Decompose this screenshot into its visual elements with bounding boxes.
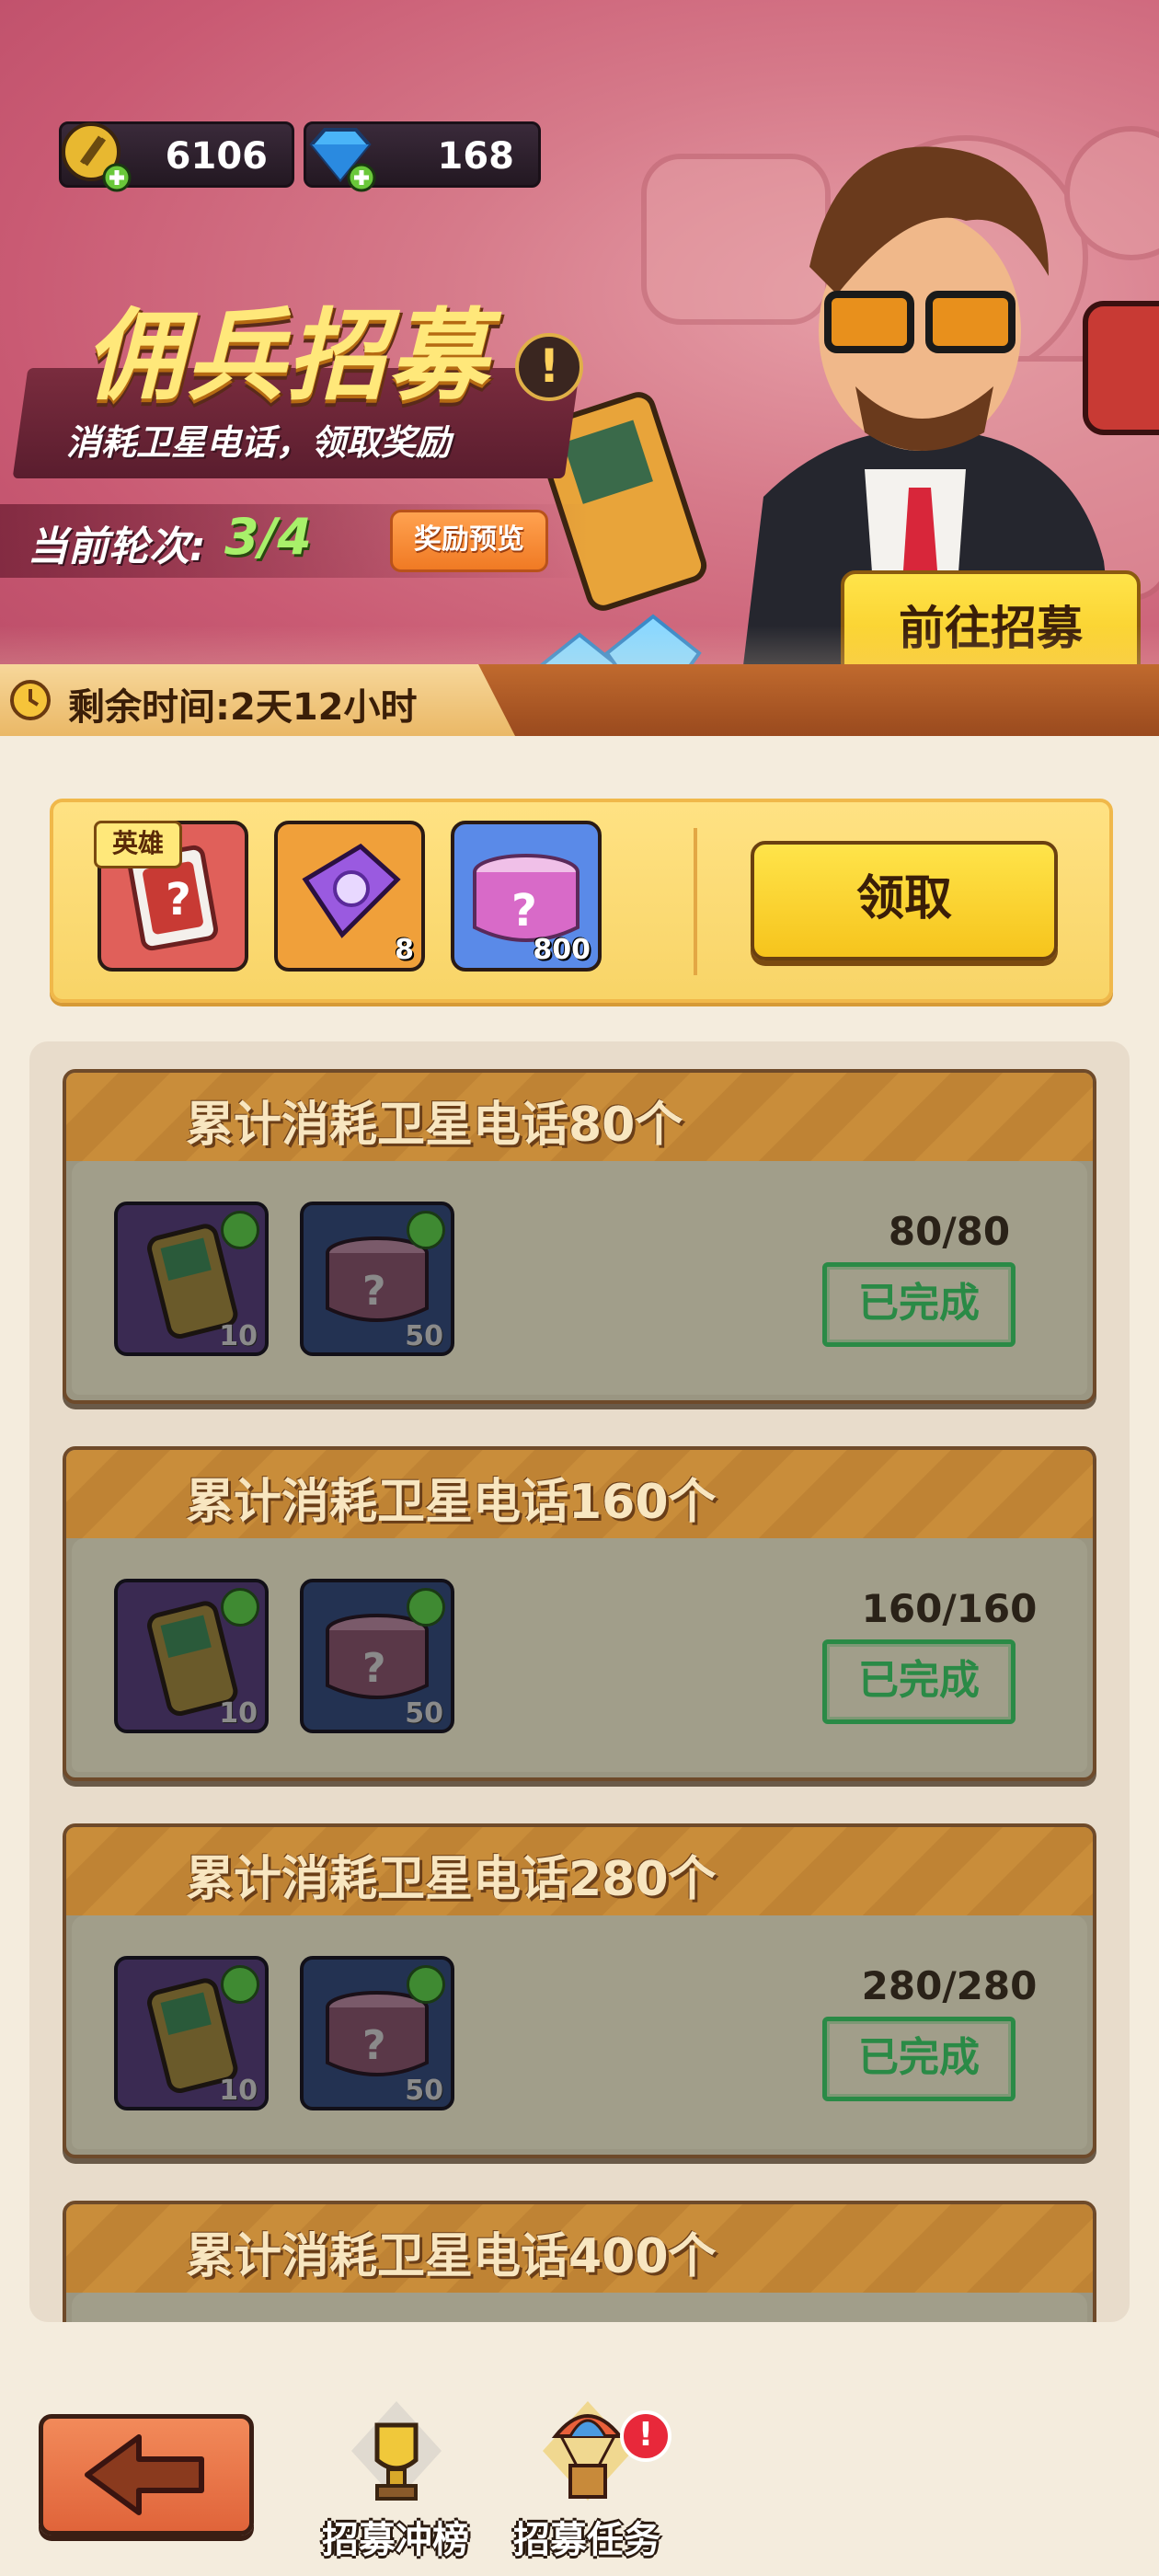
reward-quantity: 50 (405, 1697, 443, 1730)
check-icon (221, 1965, 259, 2004)
reward-slot-phone[interactable]: 10 (114, 1202, 269, 1356)
claim-button[interactable]: 领取 (751, 841, 1058, 960)
task-progress: 160/160 (861, 1586, 1038, 1631)
svg-text:?: ? (362, 1268, 386, 1315)
info-button[interactable]: ! (515, 333, 583, 401)
event-title: 佣兵招募 (85, 298, 490, 414)
clock-icon (10, 680, 51, 720)
event-subtitle: 消耗卫星电话，领取奖励 (66, 422, 452, 463)
event-banner: 6106 168 佣兵招募 消耗卫星电话，领取奖励 ! 当前轮次: 3/4 奖励… (0, 0, 1159, 736)
check-icon (407, 1588, 445, 1627)
task-progress: 80/80 (888, 1209, 1011, 1254)
diamond-icon (309, 128, 376, 192)
gem-counter[interactable]: 168 (304, 121, 541, 192)
divider (694, 828, 697, 975)
check-icon (407, 1211, 445, 1249)
task-title: 累计消耗卫星电话160个 (186, 1475, 717, 1530)
task-title: 累计消耗卫星电话280个 (186, 1852, 717, 1907)
task-title: 累计消耗卫星电话400个 (186, 2229, 717, 2284)
reward-slot-can[interactable]: ? 50 (300, 1956, 454, 2110)
task-card: 累计消耗卫星电话280个 10 ? 50 280/280 已完成 (63, 1823, 1096, 2158)
task-title: 累计消耗卫星电话80个 (186, 1098, 683, 1153)
reward-quantity: 10 (219, 2075, 258, 2107)
gold-coin-icon (62, 122, 132, 192)
reward-slot-can[interactable]: ? 50 (300, 1202, 454, 1356)
gem-value: 168 (437, 135, 515, 178)
check-icon (221, 1211, 259, 1249)
notification-badge: ! (620, 2410, 671, 2462)
completed-stamp: 已完成 (822, 2017, 1016, 2101)
round-value: 3/4 (224, 508, 312, 566)
balloon-crate-icon (543, 2401, 633, 2501)
reward-slot-phone[interactable]: 10 (114, 1579, 269, 1733)
completed-stamp: 已完成 (822, 1639, 1016, 1724)
hero-tag: 英雄 (94, 821, 182, 868)
check-icon (407, 1965, 445, 2004)
gold-value: 6106 (165, 135, 268, 178)
event-title-block: 佣兵招募 消耗卫星电话，领取奖励 (12, 276, 591, 488)
reward-quantity: 10 (219, 1320, 258, 1352)
svg-text:?: ? (362, 1645, 386, 1692)
trophy-hand-icon (351, 2401, 442, 2501)
task-list[interactable]: 累计消耗卫星电话80个 10 ? 50 80/80 已完成 累计消耗卫星电话16… (29, 1041, 1130, 2322)
svg-text:?: ? (166, 874, 191, 926)
item-quantity: 800 (533, 934, 591, 966)
svg-text:?: ? (362, 2022, 386, 2069)
check-icon (221, 1588, 259, 1627)
completed-stamp: 已完成 (822, 1262, 1016, 1347)
arrow-left-icon (85, 2434, 204, 2515)
nav-label: 招募冲榜 (322, 2519, 469, 2561)
back-button[interactable] (39, 2414, 254, 2536)
reward-quantity: 50 (405, 2075, 443, 2107)
task-card: 累计消耗卫星电话400个 (63, 2201, 1096, 2322)
item-quantity: 8 (395, 934, 414, 966)
task-card: 累计消耗卫星电话160个 10 ? 50 160/160 已完成 (63, 1446, 1096, 1781)
gold-counter[interactable]: 6106 (59, 121, 294, 192)
remaining-time: 剩余时间:2天12小时 (68, 686, 418, 729)
reward-preview-button[interactable]: 奖励预览 (390, 510, 548, 572)
hero-artwork (534, 126, 1159, 727)
nav-recruit-rank[interactable]: 招募冲榜 (304, 2392, 488, 2567)
svg-text:?: ? (511, 885, 537, 937)
nav-label: 招募任务 (513, 2519, 660, 2561)
reward-slot-phone[interactable]: 10 (114, 1956, 269, 2110)
reward-quantity: 50 (405, 1320, 443, 1352)
reward-item-purple-chip[interactable]: 8 (274, 821, 425, 972)
reward-slot-can[interactable]: ? 50 (300, 1579, 454, 1733)
round-label: 当前轮次: (28, 523, 206, 570)
task-card: 累计消耗卫星电话80个 10 ? 50 80/80 已完成 (63, 1069, 1096, 1404)
reward-item-mystery-can[interactable]: ? 800 (451, 821, 602, 972)
reward-quantity: 10 (219, 1697, 258, 1730)
task-progress: 280/280 (861, 1963, 1038, 2008)
task-body (72, 2293, 1087, 2322)
